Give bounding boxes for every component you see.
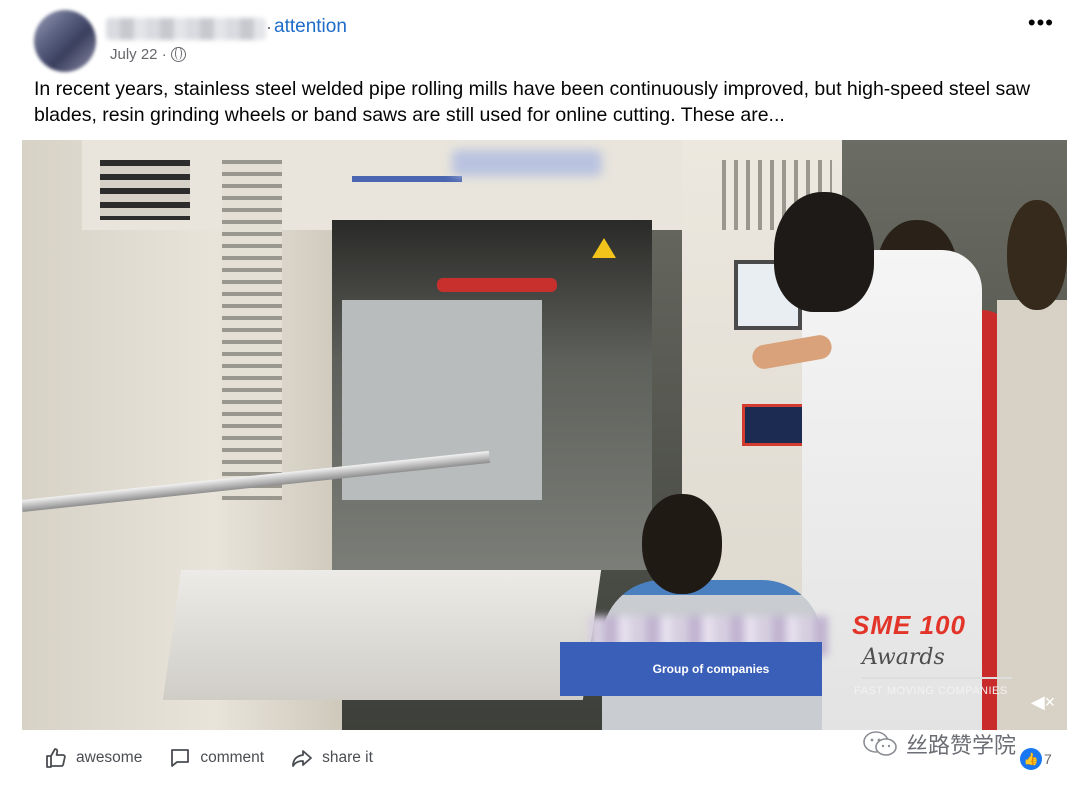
wechat-icon <box>863 731 897 756</box>
share-label: share it <box>322 749 373 766</box>
author-separator: · <box>266 17 272 37</box>
video-scene-logo-blurred <box>452 150 602 176</box>
share-button[interactable]: share it <box>290 746 373 770</box>
warning-triangle-icon <box>592 238 616 258</box>
brand-logo: SME 100 <box>852 610 966 640</box>
post-meta: July 22 · <box>110 46 186 63</box>
overlay-caption: Group of companies <box>652 662 770 676</box>
more-options-icon[interactable]: ••• <box>1028 10 1054 36</box>
watermark-text: 丝路赞学院 <box>906 733 1017 758</box>
brand-subtitle: FAST MOVING COMPANIES <box>854 685 1008 697</box>
like-icon: 👍 <box>1020 748 1042 770</box>
follow-link[interactable]: attention <box>274 16 347 38</box>
comment-icon <box>171 749 190 767</box>
comment-button[interactable]: comment <box>168 746 264 770</box>
post-text: In recent years, stainless steel welded … <box>34 78 1031 126</box>
author-name-blurred[interactable] <box>106 18 266 40</box>
avatar[interactable] <box>34 10 96 72</box>
video-scene-person-head <box>774 192 874 312</box>
video-scene-person-head <box>642 494 722 594</box>
like-button[interactable]: awesome <box>44 746 142 770</box>
video-scene-red-bar <box>437 278 557 292</box>
video-scene-logo <box>352 140 462 182</box>
post-date[interactable]: July 22 · <box>110 46 167 63</box>
like-label: awesome <box>76 749 143 766</box>
globe-icon <box>170 47 186 62</box>
video-player[interactable]: Group of companies SME 100 Awards FAST M… <box>22 140 1067 730</box>
video-scene-vent <box>100 160 190 220</box>
share-icon <box>292 750 312 767</box>
watermark: 丝路赞学院 <box>862 728 1016 760</box>
post-header: · attention July 22 · ••• <box>34 8 1054 72</box>
reaction-count: 7 <box>1044 751 1052 767</box>
thumbs-up-icon <box>46 748 66 768</box>
video-scene-person-head <box>1007 200 1067 310</box>
post-actions: awesome comment share it <box>44 746 373 770</box>
video-scene-vent-side <box>222 160 282 500</box>
reactions[interactable]: 👍 7 <box>1020 748 1052 770</box>
mute-icon[interactable]: ◀× <box>1029 688 1057 716</box>
video-scene-table <box>162 570 602 700</box>
comment-label: comment <box>200 749 265 766</box>
overlay-caption-bar: Group of companies <box>560 642 822 696</box>
brand-script: Awards <box>862 645 1012 679</box>
